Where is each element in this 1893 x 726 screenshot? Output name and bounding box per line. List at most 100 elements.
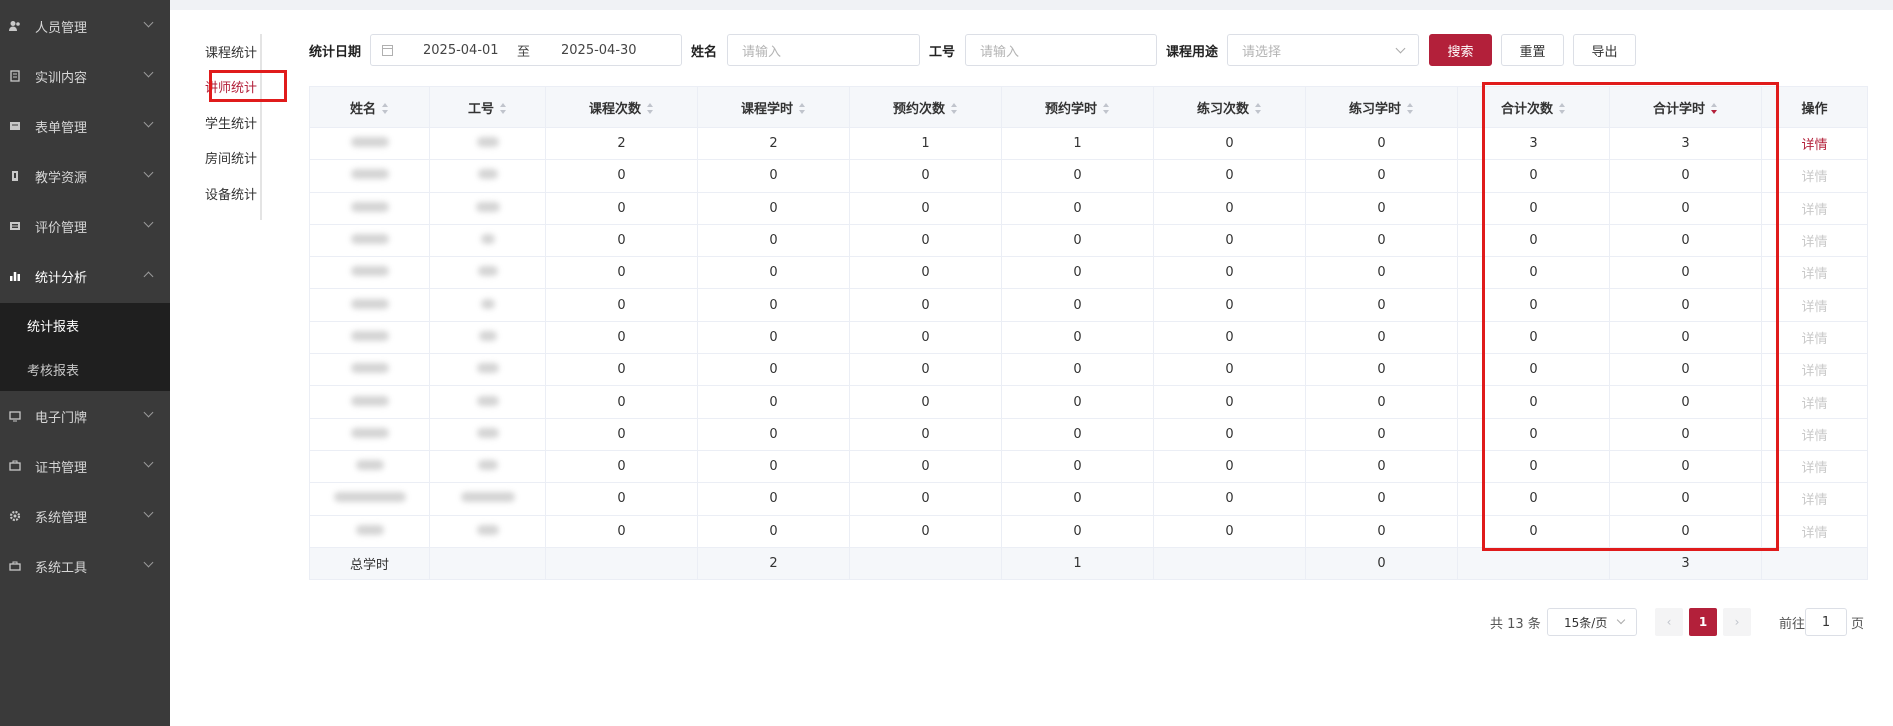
sidebar-item-statistics[interactable]: 统计分析 (0, 251, 170, 301)
submenu-item-stat-report[interactable]: 统计报表 (0, 303, 170, 347)
sidebar-item-evaluation[interactable]: 评价管理 (0, 201, 170, 251)
detail-link[interactable]: 详情 (1801, 300, 1827, 315)
sidebar-item-forms[interactable]: 表单管理 (0, 101, 170, 151)
cell-col-course-hours: 0 (697, 449, 850, 484)
chevron-down-icon (143, 117, 154, 128)
sort-icon[interactable] (1102, 103, 1110, 115)
subnav-course-stats[interactable]: 课程统计 (200, 34, 262, 68)
cell-col-practice-count: 0 (1153, 482, 1306, 516)
header-col-booking-hours[interactable]: 预约学时 (1001, 86, 1154, 128)
subnav-device-stats[interactable]: 设备统计 (200, 176, 262, 210)
cell-id-redacted (429, 514, 546, 548)
detail-link[interactable]: 详情 (1801, 429, 1827, 444)
subnav-label: 学生统计 (204, 116, 257, 132)
id-input[interactable]: 请输入 (965, 34, 1157, 66)
cell-col-practice-count: 0 (1153, 288, 1306, 322)
name-input[interactable]: 请输入 (727, 34, 920, 66)
chevron-down-icon (143, 457, 154, 468)
cell-id-redacted (429, 191, 546, 225)
sort-icon[interactable] (950, 103, 958, 115)
sidebar-item-personnel[interactable]: 人员管理 (0, 1, 170, 51)
detail-link[interactable]: 详情 (1801, 138, 1827, 153)
gear-icon (9, 510, 21, 522)
header-col-name[interactable]: 姓名 (309, 86, 430, 128)
sort-icon[interactable] (1254, 103, 1262, 115)
sidebar-item-label: 统计分析 (35, 270, 88, 286)
cell-col-practice-count: 0 (1153, 159, 1306, 193)
cell-id-redacted (429, 320, 546, 355)
sidebar-item-certificates[interactable]: 证书管理 (0, 441, 170, 491)
sort-icon[interactable] (381, 103, 389, 115)
subnav-student-stats[interactable]: 学生统计 (200, 105, 262, 139)
detail-link[interactable]: 详情 (1801, 493, 1827, 508)
reset-button[interactable]: 重置 (1501, 34, 1564, 66)
goto-page-input[interactable]: 1 (1805, 608, 1847, 636)
header-col-employee-id[interactable]: 工号 (429, 86, 546, 128)
header-col-practice-hours[interactable]: 练习学时 (1305, 86, 1458, 128)
header-col-course-count[interactable]: 课程次数 (545, 86, 698, 128)
header-col-practice-count[interactable]: 练习次数 (1153, 86, 1306, 128)
sidebar-item-tools[interactable]: 系统工具 (0, 541, 170, 591)
cell-col-booking-count: 0 (849, 385, 1002, 419)
sidebar-item-system[interactable]: 系统管理 (0, 491, 170, 541)
page-size-select[interactable]: 15条/页 (1547, 608, 1637, 636)
cell-col-practice-hours: 0 (1305, 385, 1458, 419)
detail-link[interactable]: 详情 (1801, 170, 1827, 185)
redacted-name (350, 330, 389, 341)
cell-col-booking-hours: 0 (1001, 417, 1154, 451)
sort-icon[interactable] (646, 103, 654, 115)
header-col-booking-count[interactable]: 预约次数 (849, 86, 1002, 128)
cell-col-booking-hours: 0 (1001, 191, 1154, 225)
sidebar-item-doorplate[interactable]: 电子门牌 (0, 391, 170, 441)
cell-col-course-count: 0 (545, 514, 698, 548)
sidebar-item-resources[interactable]: 教学资源 (0, 151, 170, 201)
cell-col-booking-count: 0 (849, 514, 1002, 548)
sidebar-item-training[interactable]: 实训内容 (0, 51, 170, 101)
redacted-id (477, 169, 498, 180)
redacted-name (350, 169, 389, 180)
prev-page-button[interactable]: ‹ (1655, 608, 1683, 636)
export-button[interactable]: 导出 (1573, 34, 1636, 66)
main-content: 课程统计 讲师统计 学生统计 房间统计 设备统计 统计日期 2025-04-01… (170, 10, 1893, 726)
chevron-up-icon (143, 271, 154, 282)
sort-icon[interactable] (1406, 103, 1414, 115)
detail-link[interactable]: 详情 (1801, 267, 1827, 282)
date-start[interactable]: 2025-04-01 (423, 43, 499, 58)
cell-name-redacted (309, 514, 430, 548)
cell-col-course-hours: 0 (697, 256, 850, 290)
redacted-id (476, 427, 499, 438)
redacted-id (475, 201, 500, 212)
chevron-down-icon (1395, 43, 1406, 54)
sort-icon[interactable] (798, 103, 806, 115)
cell-col-course-hours: 0 (697, 191, 850, 225)
date-range-picker[interactable]: 2025-04-01 至 2025-04-30 (370, 34, 682, 66)
sort-icon[interactable] (499, 103, 507, 115)
subnav-room-stats[interactable]: 房间统计 (200, 140, 262, 174)
cell-name-redacted (309, 191, 430, 225)
purpose-select[interactable]: 请选择 (1227, 34, 1419, 66)
summary-cell (1761, 546, 1868, 580)
next-page-button[interactable]: › (1723, 608, 1751, 636)
id-label: 工号 (929, 44, 956, 60)
cell-id-redacted (429, 353, 546, 387)
page-1-button[interactable]: 1 (1689, 608, 1717, 636)
detail-link[interactable]: 详情 (1801, 203, 1827, 218)
sidebar-item-label: 人员管理 (35, 20, 88, 36)
detail-link[interactable]: 详情 (1801, 526, 1827, 541)
sidebar-item-label: 表单管理 (35, 120, 88, 136)
detail-link[interactable]: 详情 (1801, 364, 1827, 379)
redacted-id (480, 298, 495, 309)
detail-link[interactable]: 详情 (1801, 397, 1827, 412)
detail-link[interactable]: 详情 (1801, 461, 1827, 476)
cell-col-booking-hours: 0 (1001, 353, 1154, 387)
date-end[interactable]: 2025-04-30 (561, 43, 637, 58)
submenu-item-exam-report[interactable]: 考核报表 (0, 347, 170, 391)
cell-col-booking-count: 1 (849, 126, 1002, 161)
cell-col-practice-count: 0 (1153, 417, 1306, 451)
search-button[interactable]: 搜索 (1429, 34, 1492, 66)
detail-link[interactable]: 详情 (1801, 235, 1827, 250)
cell-col-practice-hours: 0 (1305, 223, 1458, 258)
header-col-course-hours[interactable]: 课程学时 (697, 86, 850, 128)
sidebar: 人员管理 实训内容 表单管理 教学资源 评价管理 统计分析 统计报表 考核报表 … (0, 0, 170, 726)
detail-link[interactable]: 详情 (1801, 332, 1827, 347)
